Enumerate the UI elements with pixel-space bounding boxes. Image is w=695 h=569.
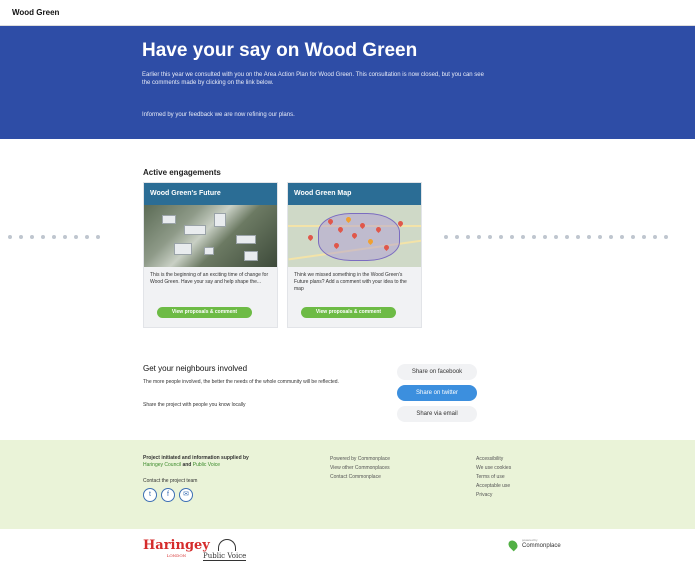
- view-proposals-button[interactable]: View proposals & comment: [157, 307, 252, 318]
- engagement-card-map[interactable]: Wood Green Map Think we missed something…: [287, 182, 422, 328]
- card-description: This is the beginning of an exciting tim…: [150, 272, 269, 285]
- footer-link[interactable]: Accessibility: [476, 455, 511, 464]
- hero-banner: Have your say on Wood Green Earlier this…: [0, 26, 695, 139]
- engagement-card-future[interactable]: Wood Green's Future This is the beginnin…: [143, 182, 278, 328]
- haringey-logo[interactable]: Haringey LONDON: [143, 538, 210, 558]
- footer-link[interactable]: Privacy: [476, 491, 511, 500]
- footer-link[interactable]: Terms of use: [476, 473, 511, 482]
- view-proposals-button[interactable]: View proposals & comment: [301, 307, 396, 318]
- footer-link[interactable]: Contact Commonplace: [330, 473, 390, 482]
- public-voice-link[interactable]: Public Voice: [193, 462, 220, 468]
- facebook-icon[interactable]: f: [161, 488, 175, 502]
- card-title[interactable]: Wood Green's Future: [144, 183, 277, 205]
- site-title[interactable]: Wood Green: [12, 8, 59, 17]
- haringey-link[interactable]: Haringey Council: [143, 462, 181, 468]
- carousel-dots-left: [8, 235, 100, 241]
- email-icon[interactable]: ✉: [179, 488, 193, 502]
- footer-link[interactable]: Acceptable use: [476, 482, 511, 491]
- footer-links-legal: Accessibility We use cookies Terms of us…: [476, 455, 511, 500]
- top-bar: Wood Green: [0, 0, 695, 26]
- project-credit: Project initiated and information suppli…: [143, 455, 249, 468]
- carousel-dots-right: [444, 235, 668, 241]
- card-title[interactable]: Wood Green Map: [288, 183, 421, 205]
- footer-links-commonplace: Powered by Commonplace View other Common…: [330, 455, 390, 482]
- hero-update: Informed by your feedback we are now ref…: [142, 112, 295, 118]
- footer-link[interactable]: Powered by Commonplace: [330, 455, 390, 464]
- hero-intro: Earlier this year we consulted with you …: [142, 72, 484, 86]
- neighbours-share-text: Share the project with people you know l…: [143, 402, 246, 408]
- share-facebook-button[interactable]: Share on facebook: [397, 364, 477, 380]
- footer: [0, 440, 695, 529]
- twitter-icon[interactable]: t: [143, 488, 157, 502]
- neighbours-text: The more people involved, the better the…: [143, 379, 339, 385]
- share-email-button[interactable]: Share via email: [397, 406, 477, 422]
- active-engagements-heading: Active engagements: [143, 168, 221, 177]
- map-pin-icon: [506, 538, 520, 552]
- public-voice-logo[interactable]: Public Voice: [203, 539, 258, 561]
- card-description: Think we missed something in the Wood Gr…: [294, 272, 407, 292]
- page-title: Have your say on Wood Green: [142, 40, 418, 61]
- neighbours-heading: Get your neighbours involved: [143, 364, 248, 373]
- map-image: [288, 205, 421, 267]
- footer-link[interactable]: We use cookies: [476, 464, 511, 473]
- footer-link[interactable]: View other Commonplaces: [330, 464, 390, 473]
- aerial-photo-image: [144, 205, 277, 267]
- contact-project-team: Contact the project team: [143, 478, 198, 484]
- share-twitter-button[interactable]: Share on twitter: [397, 385, 477, 401]
